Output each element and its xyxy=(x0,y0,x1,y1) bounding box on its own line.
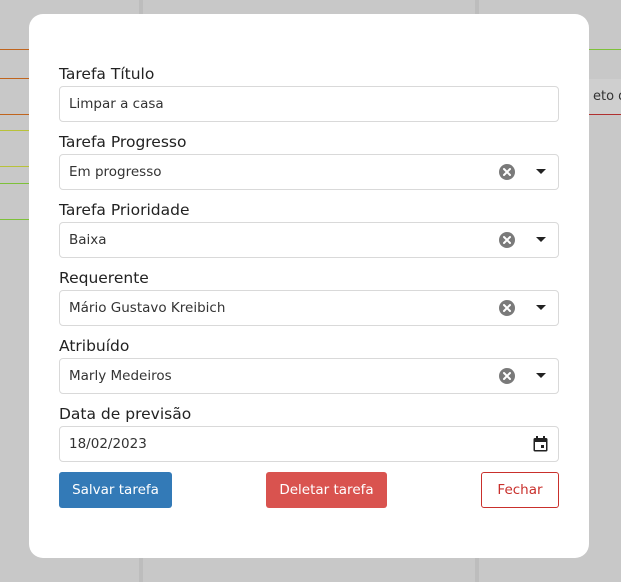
progress-select[interactable]: Em progresso xyxy=(59,154,559,190)
board-card-line xyxy=(0,114,29,115)
progress-label: Tarefa Progresso xyxy=(59,133,187,151)
chevron-down-icon[interactable] xyxy=(536,169,546,174)
assignee-select-value: Marly Medeiros xyxy=(69,368,172,384)
due-date-input[interactable]: 18/02/2023 xyxy=(59,426,559,462)
title-input-value: Limpar a casa xyxy=(69,96,164,112)
board-card-line xyxy=(0,78,29,79)
board-card-line xyxy=(0,183,29,184)
close-button[interactable]: Fechar xyxy=(481,472,559,508)
requester-select[interactable]: Mário Gustavo Kreibich xyxy=(59,290,559,326)
priority-select-value: Baixa xyxy=(69,232,107,248)
board-card-line xyxy=(0,219,29,220)
requester-label: Requerente xyxy=(59,269,149,287)
due-date-label: Data de previsão xyxy=(59,405,192,423)
clear-icon[interactable] xyxy=(499,300,515,316)
board-card-line xyxy=(0,166,29,167)
clear-icon[interactable] xyxy=(499,164,515,180)
clear-icon[interactable] xyxy=(499,232,515,248)
save-task-button[interactable]: Salvar tarefa xyxy=(59,472,172,508)
title-label: Tarefa Título xyxy=(59,65,155,83)
board-card-snippet: eto de xyxy=(589,79,621,115)
chevron-down-icon[interactable] xyxy=(536,305,546,310)
delete-task-button[interactable]: Deletar tarefa xyxy=(266,472,387,508)
task-modal: Tarefa Título Limpar a casa Tarefa Progr… xyxy=(29,14,589,558)
board-card-line xyxy=(589,49,621,50)
chevron-down-icon[interactable] xyxy=(536,237,546,242)
board-card-line xyxy=(0,49,29,50)
due-date-value: 18/02/2023 xyxy=(69,436,147,452)
calendar-icon[interactable] xyxy=(533,436,548,452)
title-input[interactable]: Limpar a casa xyxy=(59,86,559,122)
chevron-down-icon[interactable] xyxy=(536,373,546,378)
requester-select-value: Mário Gustavo Kreibich xyxy=(69,300,226,316)
assignee-select[interactable]: Marly Medeiros xyxy=(59,358,559,394)
clear-icon[interactable] xyxy=(499,368,515,384)
progress-select-value: Em progresso xyxy=(69,164,162,180)
priority-select[interactable]: Baixa xyxy=(59,222,559,258)
priority-label: Tarefa Prioridade xyxy=(59,201,190,219)
assignee-label: Atribuído xyxy=(59,337,130,355)
board-card-line xyxy=(0,130,29,131)
